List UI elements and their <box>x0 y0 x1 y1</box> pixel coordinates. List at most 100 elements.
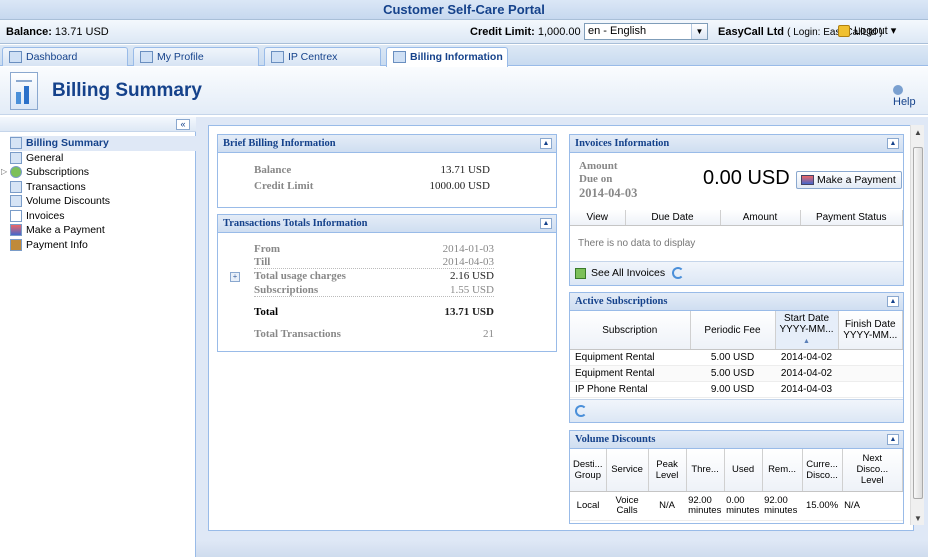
table-row[interactable]: Local Voice Calls N/A 92.00 minutes 0.00… <box>570 491 903 521</box>
sidebar-item-general[interactable]: General <box>10 151 196 166</box>
dashboard-icon <box>9 51 22 64</box>
destination-group: Local <box>570 491 607 521</box>
sort-asc-icon: ▲ <box>803 338 810 345</box>
sidebar-item-label: Billing Summary <box>26 137 109 149</box>
help-button[interactable]: Help <box>893 84 928 108</box>
tab-billing-information[interactable]: Billing Information <box>386 47 508 67</box>
invoice-icon <box>10 209 22 222</box>
threshold: 92.00 minutes <box>686 491 725 521</box>
status-bar <box>196 540 928 557</box>
page-header: Billing Summary Help <box>0 67 928 115</box>
current-discount: 15.00% <box>802 491 843 521</box>
header-format: YYYY-MM... <box>779 324 834 335</box>
column-header-finish-date[interactable]: Finish Date YYYY-MM... <box>838 311 903 350</box>
total-transactions-label: Total Transactions <box>254 328 341 340</box>
column-header[interactable]: Periodic Fee <box>690 311 776 350</box>
scroll-up-icon[interactable]: ▲ <box>914 128 922 137</box>
sidebar-item-label: Payment Info <box>26 238 88 251</box>
tab-my-profile[interactable]: My Profile <box>133 47 259 66</box>
chevron-down-icon[interactable]: ▼ <box>691 24 707 39</box>
expand-icon[interactable]: + <box>230 272 240 282</box>
make-payment-label: Make a Payment <box>817 174 896 186</box>
table-row[interactable]: Equipment Rental 5.00 USD 2014-04-02 <box>570 365 903 382</box>
sidebar-item-billing-summary[interactable]: Billing Summary <box>10 136 196 151</box>
sidebar-item-label: Transactions <box>26 180 86 193</box>
collapse-icon[interactable]: ▲ <box>887 434 899 445</box>
panel-header: Transactions Totals Information ▲ <box>218 215 556 233</box>
total-label: Total <box>254 306 279 318</box>
panel-header: Volume Discounts ▲ <box>570 431 903 449</box>
app-title: Customer Self-Care Portal <box>0 0 928 20</box>
sidebar: « Billing Summary General ▷ Subscriptions… <box>0 117 196 557</box>
see-all-invoices-link[interactable]: See All Invoices <box>591 267 665 279</box>
from-value: 2014-01-03 <box>442 243 494 255</box>
column-header[interactable]: Subscription <box>570 311 691 350</box>
collapse-icon[interactable]: ▲ <box>540 218 552 229</box>
sidebar-item-volume-discounts[interactable]: Volume Discounts <box>10 194 196 209</box>
refresh-icon[interactable] <box>672 267 684 279</box>
column-header[interactable]: Curre... Disco... <box>802 449 843 492</box>
sidebar-item-make-a-payment[interactable]: Make a Payment <box>10 223 196 238</box>
sidebar-item-invoices[interactable]: Invoices <box>10 209 196 224</box>
tab-dashboard[interactable]: Dashboard <box>2 47 128 66</box>
logout-button[interactable]: Logout ▾ <box>838 24 896 38</box>
column-header[interactable]: Desti... Group <box>570 449 607 492</box>
vertical-scrollbar[interactable]: ▲ ▼ <box>910 125 924 525</box>
column-header-start-date[interactable]: Start Date YYYY-MM... ▲ <box>775 311 839 350</box>
column-header[interactable]: Due Date <box>625 210 721 226</box>
column-header[interactable]: Next Disco... Level <box>842 449 904 492</box>
sidebar-item-payment-info[interactable]: Payment Info <box>10 238 196 253</box>
periodic-fee: 9.00 USD <box>690 381 775 398</box>
scroll-down-icon[interactable]: ▼ <box>914 514 922 523</box>
column-header[interactable]: Thre... <box>686 449 725 492</box>
panel-title: Brief Billing Information <box>223 138 336 149</box>
logout-label: Logout <box>854 25 888 37</box>
balance-label: Balance: <box>6 26 52 38</box>
refresh-icon[interactable] <box>575 405 587 417</box>
table-row[interactable]: Equipment Rental 5.00 USD 2014-04-02 <box>570 349 903 366</box>
collapse-icon[interactable]: ▲ <box>887 296 899 307</box>
column-header[interactable]: Used <box>724 449 763 492</box>
start-date: 2014-04-03 <box>775 381 838 398</box>
column-header[interactable]: Service <box>606 449 649 492</box>
column-header[interactable]: Rem... <box>762 449 803 492</box>
balance-value: 13.71 USD <box>440 164 490 176</box>
subscriptions-toolbar <box>570 399 903 422</box>
sidebar-item-subscriptions[interactable]: ▷ Subscriptions <box>1 165 196 180</box>
wallet-icon <box>10 238 22 251</box>
sidebar-collapse-bar: « <box>0 117 196 132</box>
collapse-icon[interactable]: ▲ <box>540 138 552 149</box>
sidebar-item-transactions[interactable]: Transactions <box>10 180 196 195</box>
sidebar-item-label: Subscriptions <box>26 166 90 178</box>
language-select[interactable]: en - English ▼ <box>584 23 708 40</box>
invoices-icon <box>575 268 586 279</box>
active-subscriptions-panel: Active Subscriptions ▲ Subscription Perio… <box>569 292 904 423</box>
collapse-icon[interactable]: ▲ <box>887 138 899 149</box>
used: 0.00 minutes <box>724 491 763 521</box>
volume-discounts-panel: Volume Discounts ▲ Desti... Group Service… <box>569 430 904 524</box>
from-label: From <box>254 243 281 255</box>
panel-title: Transactions Totals Information <box>223 218 368 229</box>
credit-limit-label: Credit Limit <box>254 180 314 192</box>
tab-ip-centrex[interactable]: IP Centrex <box>264 47 381 66</box>
column-header[interactable]: View <box>570 210 626 226</box>
tab-label: My Profile <box>157 51 204 63</box>
scrollbar-thumb[interactable] <box>913 147 923 499</box>
finish-date <box>838 381 903 398</box>
column-header[interactable]: Payment Status <box>800 210 903 226</box>
info-bar: Balance: 13.71 USD Credit Limit: 1,000.0… <box>0 20 928 44</box>
column-header[interactable]: Peak Level <box>648 449 687 492</box>
next-discount-level: N/A <box>842 491 903 521</box>
column-header[interactable]: Amount <box>720 210 801 226</box>
expand-arrow-icon[interactable]: ▷ <box>1 165 7 179</box>
collapse-icon[interactable]: « <box>176 119 190 130</box>
subscription-name: IP Phone Rental <box>570 381 690 398</box>
usage-charges-value: 2.16 USD <box>449 270 494 282</box>
finish-date <box>838 349 903 366</box>
company-name: EasyCall Ltd <box>718 26 785 38</box>
gear-icon <box>271 51 284 64</box>
due-date: 2014-04-03 <box>579 186 638 200</box>
make-payment-button[interactable]: Make a Payment <box>796 171 902 189</box>
table-row[interactable]: IP Phone Rental 9.00 USD 2014-04-03 <box>570 381 903 398</box>
chart-icon <box>10 137 22 149</box>
